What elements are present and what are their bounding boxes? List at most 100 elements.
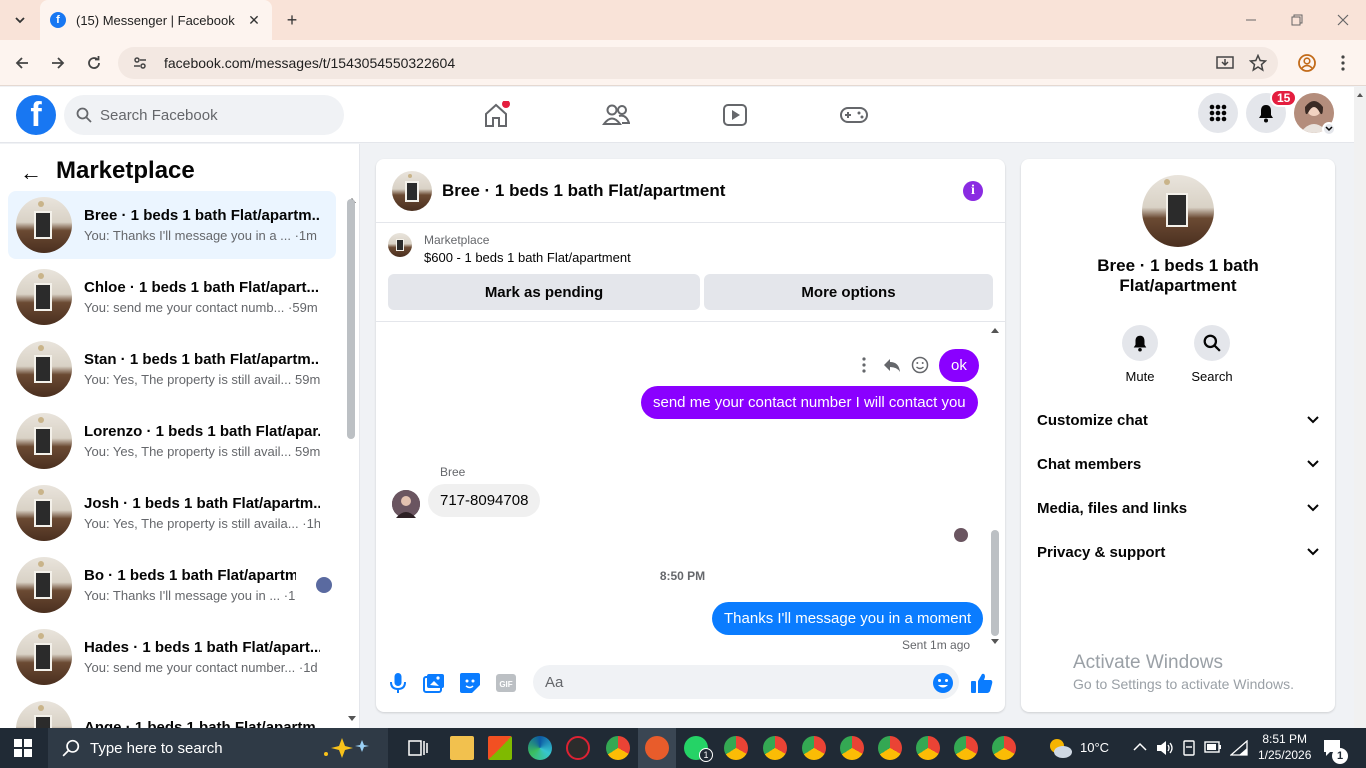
chat-title[interactable]: Bree · 1 beds 1 bath Flat/apartment [442,181,725,201]
weather-icon[interactable] [1046,736,1074,760]
page-scrollbar[interactable] [1354,87,1366,728]
browser-toolbar: facebook.com/messages/t/1543054550322604 [0,40,1366,86]
conversation-item[interactable]: Ange · 1 beds 1 bath Flat/apartm... [8,695,336,728]
file-explorer-icon[interactable] [450,736,474,760]
send-like-button[interactable] [970,671,994,695]
search-in-conversation-button[interactable]: Search [1182,325,1242,384]
conversation-item[interactable]: Lorenzo · 1 beds 1 bath Flat/apar... You:… [8,407,336,475]
conversation-item[interactable]: Chloe · 1 beds 1 bath Flat/apart... You: … [8,263,336,331]
chevron-down-icon [1307,548,1319,556]
chat-details-panel: Bree · 1 beds 1 bath Flat/apartment Mute… [1021,159,1335,712]
reload-button[interactable] [81,50,107,76]
restore-icon [1291,14,1303,26]
back-button[interactable] [9,50,35,76]
chevron-down-icon [1325,126,1333,132]
browser-menu-button[interactable] [1330,50,1356,76]
facebook-search-input[interactable]: Search Facebook [64,95,344,135]
chrome-icon[interactable] [992,736,1016,760]
system-clock[interactable]: 8:51 PM 1/25/2026 [1258,731,1311,763]
facebook-favicon-icon: f [50,12,66,28]
windows-taskbar: Type here to search 1 10°C 8:51 PM 1/25/… [0,728,1366,768]
conversation-item[interactable]: Bree · 1 beds 1 bath Flat/apartm... You: … [8,191,336,259]
browser-tab[interactable]: f (15) Messenger | Facebook ✕ [40,0,272,40]
nav-gaming[interactable] [834,97,874,133]
chevron-up-icon [1133,742,1147,751]
chrome-icon[interactable] [916,736,940,760]
seen-avatar [316,577,332,593]
more-options-button[interactable]: More options [704,274,993,310]
attach-photo-button[interactable] [422,671,446,695]
new-tab-button[interactable]: + [280,8,304,32]
chrome-icon[interactable] [802,736,826,760]
conversation-item[interactable]: Stan · 1 beds 1 bath Flat/apartm... You: … [8,335,336,403]
nav-home[interactable] [476,97,516,133]
sticker-button[interactable] [458,671,482,695]
clock-date: 1/25/2026 [1258,748,1312,762]
chevron-down-icon [1307,460,1319,468]
gif-button[interactable]: GIF [494,671,518,695]
start-button[interactable] [14,739,32,757]
voice-clip-button[interactable] [386,671,410,695]
outgoing-message[interactable]: Thanks I'll message you in a moment [712,602,984,635]
facebook-logo[interactable]: f [16,95,56,135]
listing-summary[interactable]: Marketplace $600 - 1 beds 1 bath Flat/ap… [388,233,631,265]
section-customize-chat[interactable]: Customize chat [1037,398,1319,442]
conversation-item[interactable]: Bo · 1 beds 1 bath Flat/apartm... You: Th… [8,551,336,619]
mark-as-pending-button[interactable]: Mark as pending [388,274,700,310]
task-view-icon[interactable] [406,736,430,760]
account-menu-chevron[interactable] [1322,122,1336,136]
conversation-list-scrollbar[interactable] [347,199,355,439]
listing-thumbnail [16,485,72,541]
chevron-down-icon [1307,504,1319,512]
nav-video[interactable] [715,97,755,133]
active-app-icon[interactable] [645,736,669,760]
app-icon[interactable] [566,736,590,760]
incoming-message[interactable]: 717-8094708 [428,484,541,517]
conversation-item[interactable]: Hades · 1 beds 1 bath Flat/apart... You: … [8,623,336,691]
search-highlight-icon [324,738,369,758]
restore-button[interactable] [1274,0,1320,40]
clock-time: 8:51 PM [1262,732,1308,746]
scroll-up-icon [991,328,999,333]
chrome-icon[interactable] [763,736,787,760]
arrow-right-icon [52,57,65,69]
chrome-icon[interactable] [606,736,630,760]
back-arrow-icon[interactable]: ← [20,160,42,186]
tab-search-dropdown[interactable] [8,8,32,32]
listing-profile-picture[interactable] [1142,175,1214,247]
section-media-files-links[interactable]: Media, files and links [1037,486,1319,530]
close-window-button[interactable] [1320,0,1366,40]
conversation-name: Bo · 1 beds 1 bath Flat/apartm... [84,567,296,584]
whatsapp-badge: 1 [699,748,713,762]
chrome-icon[interactable] [954,736,978,760]
info-icon[interactable]: i [963,181,983,201]
install-app-button[interactable] [1212,50,1238,76]
chrome-icon[interactable] [840,736,864,760]
forward-button[interactable] [45,50,71,76]
outgoing-message[interactable]: send me your contact number I will conta… [641,386,978,419]
tab-close-icon[interactable]: ✕ [246,12,262,29]
section-chat-members[interactable]: Chat members [1037,442,1319,486]
message-input[interactable]: Aa [533,665,959,699]
sender-avatar[interactable] [392,490,420,518]
address-bar[interactable]: facebook.com/messages/t/1543054550322604 [118,47,1278,79]
reply-icon [884,359,900,372]
chrome-icon[interactable] [724,736,748,760]
edge-icon[interactable] [528,736,552,760]
profile-button[interactable] [1294,50,1320,76]
temperature[interactable]: 10°C [1080,740,1109,755]
menu-button[interactable] [1198,93,1238,133]
taskbar-search-box[interactable]: Type here to search [48,728,388,768]
chrome-icon[interactable] [878,736,902,760]
emoji-button[interactable] [931,671,955,695]
bookmark-button[interactable] [1245,50,1271,76]
microsoft-store-icon[interactable] [488,736,512,760]
nav-friends[interactable] [596,97,636,133]
outgoing-message[interactable]: ok [939,349,979,382]
section-privacy-support[interactable]: Privacy & support [1037,530,1319,574]
chat-listing-thumbnail[interactable] [392,170,432,211]
mute-button[interactable]: Mute [1110,325,1170,384]
conversation-item[interactable]: Josh · 1 beds 1 bath Flat/apartm... You: … [8,479,336,547]
message-scrollbar[interactable] [991,530,999,636]
minimize-button[interactable] [1228,0,1274,40]
